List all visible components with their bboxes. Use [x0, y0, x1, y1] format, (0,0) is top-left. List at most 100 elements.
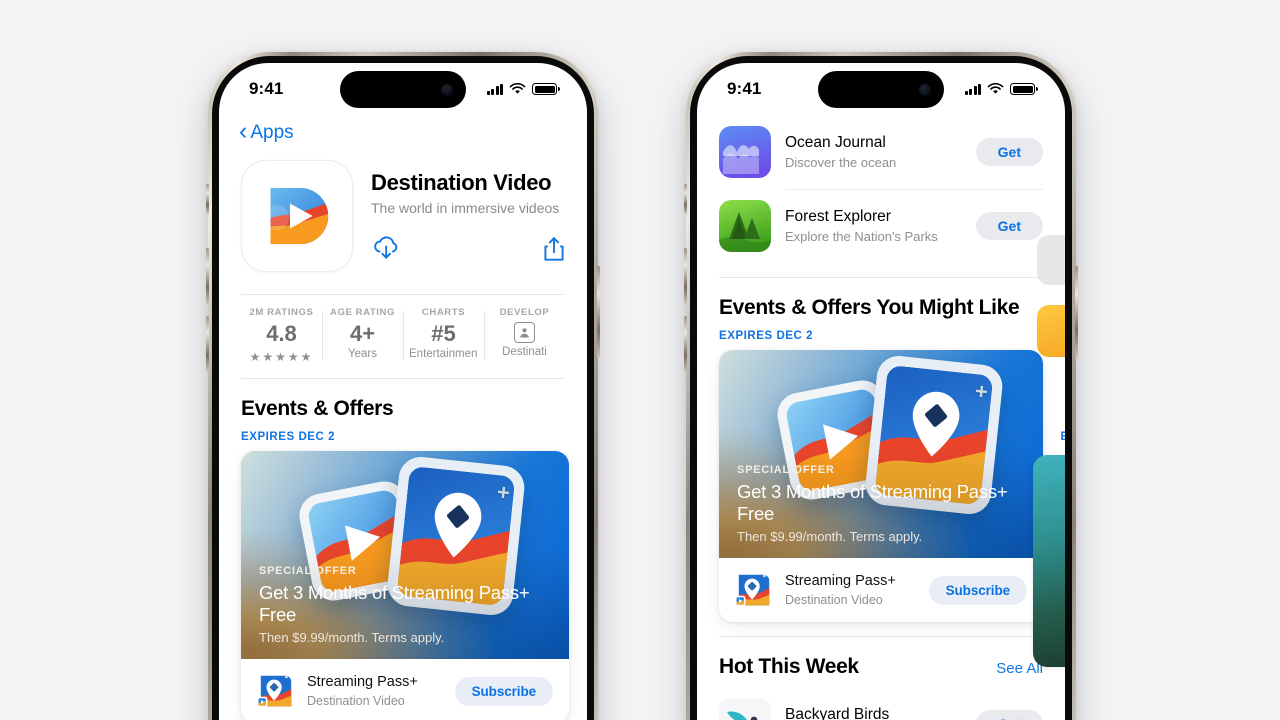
app-description: Explore the Nation's Parks — [785, 228, 938, 244]
volume-up-button[interactable] — [684, 248, 687, 304]
section-title-label: Hot This Week — [719, 655, 859, 678]
section-title-hot-this-week: Hot This Week See All — [697, 637, 1065, 679]
list-item[interactable]: Ocean Journal Discover the ocean Get — [719, 115, 1043, 189]
app-list-top: Ocean Journal Discover the ocean Get For… — [697, 115, 1065, 263]
promo-kicker: SPECIAL OFFER — [737, 463, 835, 476]
peek-app-icon-gray — [1037, 235, 1065, 285]
back-button[interactable]: ‹ Apps — [219, 115, 587, 146]
app-name: Backyard Birds — [785, 706, 890, 720]
hummingbird-icon-art — [719, 698, 771, 720]
peek-expires-label: EX — [1060, 431, 1065, 443]
promo-note: Then $9.99/month. Terms apply. — [259, 630, 445, 646]
ocean-wave-icon — [719, 126, 771, 178]
list-item-info: Forest Explorer Explore the Nation's Par… — [785, 208, 962, 244]
promo-text: SPECIAL OFFER Get 3 Months of Streaming … — [259, 565, 553, 645]
battery-icon — [532, 83, 557, 95]
subscribe-button[interactable]: Subscribe — [454, 676, 553, 706]
promo-footer: Streaming Pass+ Destination Video Subscr… — [241, 659, 569, 720]
promo-note: Then $9.99/month. Terms apply. — [737, 529, 923, 544]
stat-unit: Entertainment — [409, 348, 478, 361]
peek-app-icon-yellow — [1037, 305, 1065, 357]
get-button[interactable]: Get — [975, 212, 1043, 240]
promo-carousel[interactable]: + SPECIAL OFFER Get 3 Months of Streamin… — [697, 342, 1065, 622]
stat-developer: DEVELOP Destinati — [484, 307, 565, 364]
stat-value: 4.8 — [266, 321, 297, 346]
stat-ratings: 2M RATINGS 4.8 ★★★★★ — [241, 307, 322, 364]
list-item[interactable]: Forest Explorer Explore the Nation's Par… — [719, 189, 1043, 263]
dynamic-island — [818, 71, 944, 108]
power-button[interactable] — [1075, 266, 1078, 358]
promo-text: SPECIAL OFFER Get 3 Months of Streaming … — [737, 464, 1027, 544]
list-item-info: Ocean Journal Discover the ocean — [785, 134, 962, 170]
app-header: Destination Video The world in immersive… — [219, 146, 587, 272]
app-subtitle: The world in immersive videos — [371, 200, 560, 217]
stat-unit: Years — [348, 348, 377, 361]
section-title-events-offers-you-might-like: Events & Offers You Might Like — [719, 296, 1020, 319]
scroll-content-right[interactable]: Ocean Journal Discover the ocean Get For… — [697, 115, 1065, 720]
battery-icon — [1010, 83, 1035, 95]
promo-footer-subtitle: Destination Video — [785, 592, 883, 607]
stat-key: CHARTS — [421, 307, 466, 318]
streaming-pass-icon — [257, 672, 295, 710]
status-bar: 9:41 — [219, 63, 587, 115]
status-time: 9:41 — [249, 79, 284, 98]
volume-up-button[interactable] — [206, 248, 209, 304]
list-item[interactable]: Backyard Birds Bird Watching Made Easy G… — [719, 687, 1043, 720]
stat-age-rating: AGE RATING 4+ Years — [322, 307, 403, 364]
app-actions — [371, 235, 565, 263]
stat-unit: Destinati — [502, 346, 547, 358]
streaming-pass-mini-icon — [735, 574, 770, 607]
promo-card[interactable]: + SPECIAL OFFER Get 3 Months of Streamin… — [241, 451, 569, 720]
app-icon — [241, 160, 353, 272]
stat-key: DEVELOP — [499, 307, 550, 318]
get-button[interactable]: Get — [975, 710, 1043, 720]
promo-headline: Get 3 Months of Streaming Pass+ Free — [259, 581, 530, 625]
streaming-pass-mini-icon — [257, 675, 292, 708]
cellular-signal-icon — [964, 83, 981, 95]
share-icon[interactable] — [543, 236, 565, 262]
stats-row[interactable]: 2M RATINGS 4.8 ★★★★★ AGE RATING 4+ Years… — [241, 295, 565, 378]
star-rating-icon: ★★★★★ — [249, 350, 314, 365]
forest-trees-icon — [719, 200, 771, 252]
promo-carousel[interactable]: + SPECIAL OFFER Get 3 Months of Streamin… — [219, 443, 587, 720]
volume-down-button[interactable] — [206, 316, 209, 372]
stat-charts: CHARTS #5 Entertainment — [403, 307, 484, 364]
promo-artwork: + SPECIAL OFFER Get 3 Months of Streamin… — [241, 451, 569, 660]
action-button[interactable] — [684, 184, 687, 214]
dynamic-island — [340, 71, 466, 108]
promo-card[interactable]: + SPECIAL OFFER Get 3 Months of Streamin… — [719, 350, 1043, 622]
cloud-download-icon[interactable] — [371, 235, 401, 263]
app-title: Destination Video — [371, 170, 552, 195]
status-indicators — [964, 83, 1035, 95]
front-camera-icon — [441, 83, 453, 96]
phone-screen-right: 9:41 Ocean Journal Discover the ocean Ge… — [697, 63, 1065, 720]
get-button[interactable]: Get — [975, 138, 1043, 166]
promo-footer-title: Streaming Pass+ — [785, 573, 896, 590]
forest-icon-art — [719, 200, 771, 252]
power-button[interactable] — [597, 266, 600, 358]
peek-promo-card[interactable] — [1033, 455, 1065, 667]
list-item-info: Backyard Birds Bird Watching Made Easy — [785, 706, 962, 720]
stat-key: 2M RATINGS — [249, 307, 314, 318]
front-camera-icon — [919, 83, 931, 96]
subscribe-button[interactable]: Subscribe — [928, 575, 1027, 605]
app-list-hot: Backyard Birds Bird Watching Made Easy G… — [697, 679, 1065, 720]
promo-headline: Get 3 Months of Streaming Pass+ Free — [737, 480, 1008, 524]
action-button[interactable] — [206, 184, 209, 214]
back-button-label: Apps — [250, 121, 294, 143]
plus-icon: + — [495, 479, 512, 506]
status-time: 9:41 — [727, 79, 762, 98]
promo-footer-subtitle: Destination Video — [307, 693, 405, 708]
scroll-content-left[interactable]: ‹ Apps Destination Video The world in im… — [219, 115, 587, 720]
phone-left: 9:41 ‹ Apps Destination Video The world … — [206, 52, 600, 720]
promo-artwork: + SPECIAL OFFER Get 3 Months of Streamin… — [719, 350, 1043, 558]
developer-person-icon — [514, 322, 535, 343]
ocean-icon-art — [719, 126, 771, 178]
expires-label: EXPIRES DEC 2 — [241, 431, 336, 444]
person-glyph-icon — [520, 328, 529, 338]
destination-video-icon — [270, 187, 329, 245]
promo-footer-text: Streaming Pass+ Destination Video — [307, 674, 443, 707]
stat-key: AGE RATING — [330, 307, 395, 318]
stat-value: #5 — [431, 321, 456, 346]
volume-down-button[interactable] — [684, 316, 687, 372]
